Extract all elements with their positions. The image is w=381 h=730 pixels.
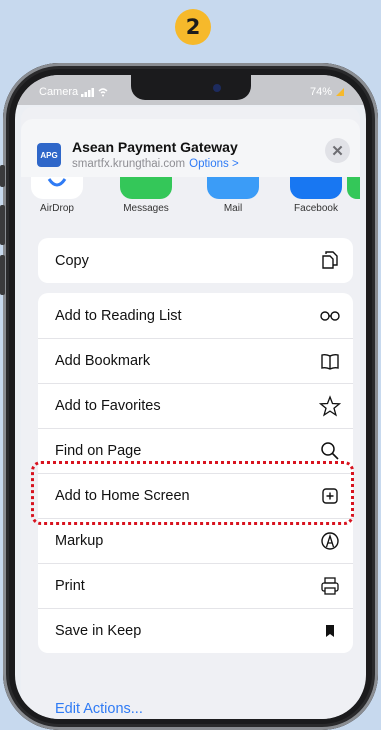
battery-percent: 74%	[309, 86, 332, 98]
signal-icon	[81, 87, 95, 97]
wifi-icon	[98, 87, 108, 96]
copy-icon	[322, 251, 338, 269]
facebook-icon	[290, 177, 342, 199]
action-label: Markup	[55, 533, 104, 549]
status-right: 74%	[310, 86, 344, 98]
edit-actions-link[interactable]: Edit Actions...	[38, 687, 143, 719]
share-app-airdrop[interactable]: AirDrop	[25, 177, 89, 214]
app-icon-partial	[347, 177, 360, 199]
search-icon	[321, 442, 339, 460]
page-title: Asean Payment Gateway	[72, 139, 238, 155]
action-print[interactable]: Print	[38, 563, 353, 608]
page-url: smartfx.krungthai.com Options >	[72, 158, 239, 170]
share-app-messages[interactable]: Messages	[114, 177, 178, 214]
action-copy[interactable]: Copy	[38, 238, 353, 283]
share-app-facebook[interactable]: Facebook	[284, 177, 348, 214]
close-icon: ✕	[331, 142, 344, 160]
phone-screen: Camera 74% APG Asean Payment Gateway sma…	[15, 75, 366, 719]
carrier-label: Camera	[39, 86, 79, 98]
action-label: Find on Page	[55, 443, 142, 459]
book-icon	[321, 353, 339, 370]
mail-icon	[207, 177, 259, 199]
status-left: Camera	[39, 86, 108, 98]
action-label: Add to Reading List	[55, 307, 182, 324]
action-add-bookmark[interactable]: Add Bookmark	[38, 338, 353, 383]
printer-icon	[321, 577, 339, 595]
share-app-label: AirDrop	[40, 203, 74, 214]
share-header: APG Asean Payment Gateway smartfx.krungt…	[21, 119, 360, 177]
share-sheet: APG Asean Payment Gateway smartfx.krungt…	[21, 107, 360, 719]
options-link[interactable]: Options >	[189, 158, 239, 170]
reading-glasses-icon	[320, 311, 340, 321]
action-label: Copy	[55, 252, 89, 269]
close-button[interactable]: ✕	[325, 138, 350, 163]
bookmark-filled-icon	[326, 625, 334, 637]
airdrop-icon	[31, 177, 83, 199]
volume-down-button	[0, 255, 5, 295]
share-app-label: Messages	[123, 203, 169, 214]
markup-pen-icon	[321, 532, 339, 550]
action-label: Save in Keep	[55, 623, 142, 639]
step-number-badge: 2	[175, 9, 211, 45]
action-add-to-favorites[interactable]: Add to Favorites	[38, 383, 353, 428]
star-icon	[319, 395, 341, 417]
highlight-annotation	[31, 461, 354, 525]
messages-icon	[120, 177, 172, 199]
status-bar: Camera 74%	[15, 75, 366, 105]
site-icon: APG	[37, 143, 61, 167]
action-save-in-keep[interactable]: Save in Keep	[38, 608, 353, 653]
share-app-label: Mail	[223, 203, 243, 214]
action-label: Add Bookmark	[55, 353, 151, 369]
battery-icon	[336, 88, 344, 96]
volume-up-button	[0, 205, 5, 245]
page-url-text: smartfx.krungthai.com	[72, 158, 186, 170]
front-camera	[213, 84, 221, 92]
mute-switch	[0, 165, 5, 187]
share-app-label: Facebook	[294, 203, 338, 214]
share-app-mail[interactable]: Mail	[201, 177, 265, 214]
action-add-to-reading-list[interactable]: Add to Reading List	[38, 293, 353, 338]
action-label: Print	[55, 578, 85, 594]
action-label: Add to Favorites	[55, 398, 161, 414]
share-app-row: AirDrop Messages Mail Facebook	[21, 177, 360, 227]
share-app-partial[interactable]	[347, 177, 360, 199]
copy-group: Copy	[38, 238, 353, 283]
notch	[131, 75, 251, 100]
